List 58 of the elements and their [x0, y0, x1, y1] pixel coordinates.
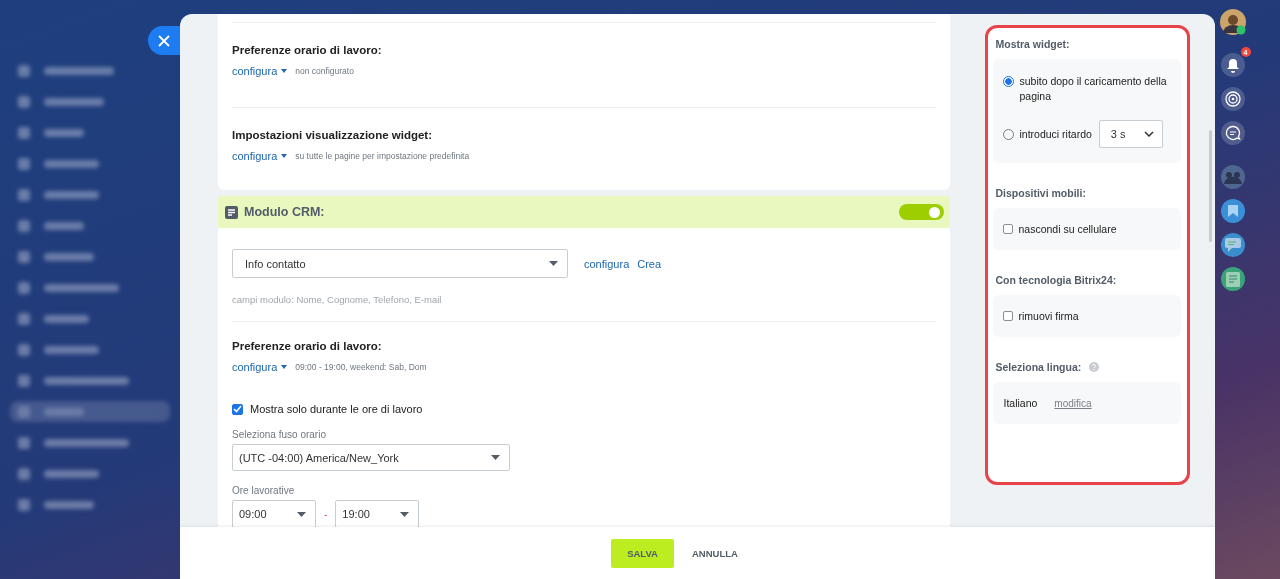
- crm-form-toggle[interactable]: [899, 204, 945, 220]
- change-language-link[interactable]: modifica: [1054, 397, 1092, 409]
- section-title: Preferenze orario di lavoro:: [232, 340, 383, 352]
- group-title: Con tecnologia Bitrix24:: [995, 274, 1118, 286]
- delay-select[interactable]: 3 s: [1098, 120, 1163, 148]
- user-avatar[interactable]: [1219, 9, 1246, 35]
- group-title: Mostra widget:: [995, 38, 1071, 50]
- range-separator: -: [324, 508, 328, 520]
- radio-label: subito dopo il caricamento della pagina: [1019, 74, 1168, 104]
- section-note: 09:00 - 19:00, weekend: Sab, Dom: [295, 362, 427, 372]
- form-icon: [225, 205, 238, 219]
- checkbox-label: nascondi su cellulare: [1018, 223, 1117, 235]
- caret-icon: [281, 69, 288, 73]
- form-select[interactable]: Info contatto: [232, 249, 568, 278]
- section-note: non configurato: [295, 66, 354, 76]
- chat-icon[interactable]: [1220, 121, 1245, 145]
- group-title: Dispositivi mobili:: [995, 187, 1087, 199]
- configure-link[interactable]: configura: [584, 257, 630, 270]
- caret-icon: [491, 455, 500, 460]
- checkbox[interactable]: [1003, 224, 1014, 234]
- checkbox-label: rimuovi firma: [1018, 310, 1079, 322]
- field-label: Seleziona fuso orario: [232, 429, 327, 440]
- cancel-button[interactable]: ANNULLA: [685, 546, 744, 560]
- close-button[interactable]: [148, 26, 180, 55]
- language-value: Italiano: [1003, 397, 1038, 409]
- start-time-select[interactable]: 09:00: [232, 500, 316, 527]
- caret-icon: [400, 511, 410, 517]
- message-icon[interactable]: [1220, 233, 1245, 257]
- section-title: Preferenze orario di lavoro:: [232, 44, 383, 56]
- end-time-select[interactable]: 19:00: [335, 500, 420, 527]
- bookmark-icon[interactable]: [1220, 199, 1245, 223]
- timezone-select[interactable]: (UTC -04:00) America/New_York: [232, 444, 510, 471]
- section-note: su tutte le pagine per impostazione predefinita: [295, 151, 470, 161]
- notifications-button[interactable]: [1220, 53, 1245, 77]
- configure-link[interactable]: configura: [232, 150, 288, 162]
- radio-button[interactable]: [1003, 76, 1015, 87]
- create-link[interactable]: Crea: [637, 257, 662, 270]
- crm-form-title: Modulo CRM:: [244, 205, 326, 219]
- bell-icon: [1225, 57, 1240, 73]
- caret-icon: [281, 154, 288, 158]
- checkbox[interactable]: [1003, 311, 1014, 321]
- save-button[interactable]: SALVA: [611, 538, 674, 568]
- form-fields-note: campi modulo: Nome, Cognome, Telefono, E-mail: [232, 294, 937, 322]
- section-title: Impostazioni visualizzazione widget:: [232, 129, 433, 141]
- document-icon[interactable]: [1220, 267, 1245, 291]
- caret-icon: [549, 261, 558, 266]
- caret-icon: [281, 365, 288, 369]
- caret-icon: [297, 511, 306, 517]
- chevron-icon: [1143, 131, 1154, 137]
- checkbox[interactable]: [232, 403, 243, 415]
- target-icon[interactable]: [1220, 87, 1245, 111]
- configure-link[interactable]: configura: [232, 361, 288, 373]
- close-icon: [158, 34, 170, 47]
- configure-link[interactable]: configura: [232, 65, 288, 77]
- checkbox-label: Mostra solo durante le ore di lavoro: [250, 403, 423, 415]
- radio-label: introduci ritardo: [1019, 128, 1092, 140]
- group-title: Seleziona lingua:: [995, 361, 1082, 373]
- field-label: Ore lavorative: [232, 485, 296, 496]
